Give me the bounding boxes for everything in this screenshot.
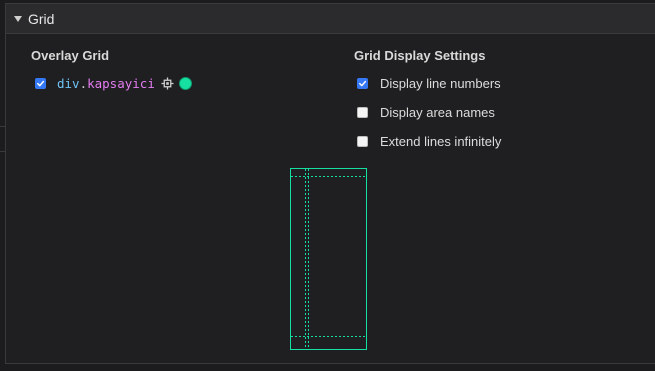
target-icon[interactable] bbox=[161, 76, 174, 90]
selector-separator: . bbox=[79, 75, 88, 91]
grid-preview-border bbox=[290, 168, 367, 350]
option-display-area-names[interactable]: Display area names bbox=[357, 102, 495, 122]
inspector-page: Grid Overlay Grid div.kapsayici Grid Dis… bbox=[0, 0, 655, 371]
checkmark-icon bbox=[359, 80, 367, 86]
checkmark-icon bbox=[37, 80, 45, 86]
display-area-names-label: Display area names bbox=[380, 104, 495, 120]
display-line-numbers-label: Display line numbers bbox=[380, 75, 501, 91]
grid-preview bbox=[290, 168, 367, 350]
section-title: Grid bbox=[28, 10, 55, 27]
element-class: kapsayici bbox=[87, 75, 155, 91]
element-tag: div bbox=[57, 75, 80, 91]
grid-color-swatch[interactable] bbox=[178, 76, 192, 90]
extend-lines-label: Extend lines infinitely bbox=[380, 133, 502, 149]
grid-panel: Grid Overlay Grid div.kapsayici Grid Dis… bbox=[5, 3, 655, 364]
extend-lines-checkbox[interactable] bbox=[357, 135, 368, 147]
overlay-grid-heading: Overlay Grid bbox=[31, 48, 110, 63]
overlay-grid-item: div.kapsayici bbox=[35, 73, 192, 93]
display-area-names-checkbox[interactable] bbox=[357, 106, 368, 118]
option-display-line-numbers[interactable]: Display line numbers bbox=[357, 73, 501, 93]
display-line-numbers-checkbox[interactable] bbox=[357, 77, 368, 89]
grid-section-header[interactable]: Grid bbox=[6, 4, 655, 34]
option-extend-lines[interactable]: Extend lines infinitely bbox=[357, 131, 501, 151]
display-settings-heading: Grid Display Settings bbox=[354, 48, 486, 63]
overlay-grid-checkbox[interactable] bbox=[35, 77, 46, 89]
element-selector[interactable]: div.kapsayici bbox=[57, 76, 155, 91]
disclosure-triangle-icon[interactable] bbox=[14, 15, 22, 22]
